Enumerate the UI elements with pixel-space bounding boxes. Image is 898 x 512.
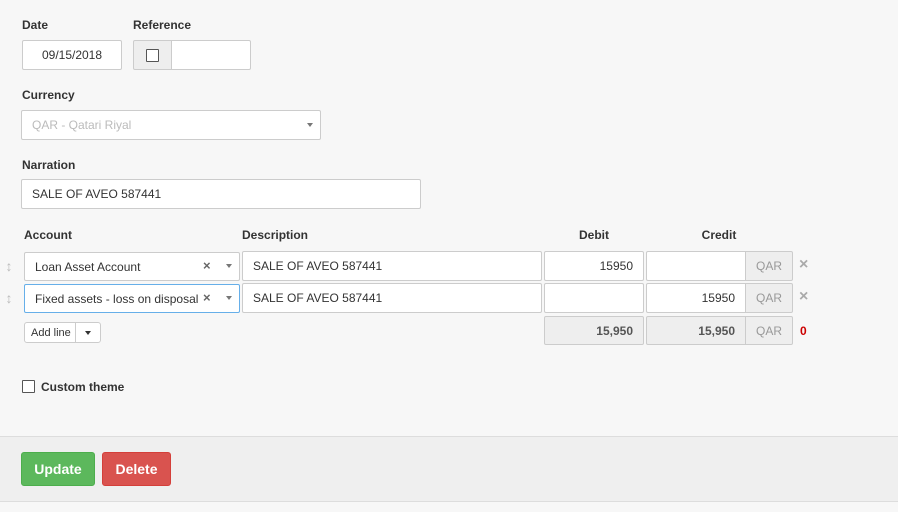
debit-total: 15,950 — [544, 316, 644, 345]
currency-label: Currency — [22, 88, 75, 102]
narration-label: Narration — [22, 158, 76, 172]
reference-label: Reference — [133, 18, 192, 32]
account-select-value: Loan Asset Account — [35, 259, 141, 274]
header-credit: Credit — [701, 228, 737, 242]
chevron-down-icon — [307, 123, 313, 127]
custom-theme-label: Custom theme — [41, 380, 125, 394]
add-line-dropdown[interactable] — [75, 322, 101, 343]
debit-field[interactable] — [544, 283, 644, 313]
header-account: Account — [24, 228, 72, 242]
credit-total: 15,950 — [646, 316, 746, 345]
description-field[interactable]: SALE OF AVEO 587441 — [242, 283, 542, 313]
header-debit: Debit — [579, 228, 609, 242]
drag-handle-icon[interactable]: ↕ — [4, 290, 14, 306]
chevron-down-icon[interactable] — [226, 264, 232, 268]
currency-addon: QAR — [745, 283, 793, 313]
reference-checkbox-addon[interactable] — [133, 40, 172, 70]
remove-line-icon[interactable]: × — [799, 256, 808, 274]
date-field[interactable]: 09/15/2018 — [22, 40, 122, 70]
narration-field[interactable]: SALE OF AVEO 587441 — [21, 179, 421, 209]
difference-value: 0 — [800, 324, 807, 338]
custom-theme-checkbox[interactable] — [22, 380, 35, 393]
credit-field[interactable] — [646, 251, 746, 281]
clear-icon[interactable]: × — [203, 258, 211, 273]
header-description: Description — [242, 228, 309, 242]
drag-handle-icon[interactable]: ↕ — [4, 258, 14, 274]
chevron-down-icon[interactable] — [226, 296, 232, 300]
chevron-down-icon — [85, 330, 91, 335]
reference-field[interactable] — [171, 40, 251, 70]
description-field[interactable]: SALE OF AVEO 587441 — [242, 251, 542, 281]
date-label: Date — [22, 18, 49, 32]
add-line-button[interactable]: Add line — [24, 322, 76, 343]
delete-button[interactable]: Delete — [102, 452, 171, 486]
currency-addon: QAR — [745, 316, 793, 345]
currency-addon: QAR — [745, 251, 793, 281]
update-button[interactable]: Update — [21, 452, 95, 486]
currency-select-value: QAR - Qatari Riyal — [32, 118, 132, 132]
reference-checkbox[interactable] — [146, 48, 159, 62]
credit-field[interactable]: 15950 — [646, 283, 746, 313]
currency-select[interactable]: QAR - Qatari Riyal — [21, 110, 321, 140]
clear-icon[interactable]: × — [203, 290, 211, 305]
remove-line-icon[interactable]: × — [799, 288, 808, 306]
account-select-value: Fixed assets - loss on disposal — [35, 291, 199, 306]
debit-field[interactable]: 15950 — [544, 251, 644, 281]
